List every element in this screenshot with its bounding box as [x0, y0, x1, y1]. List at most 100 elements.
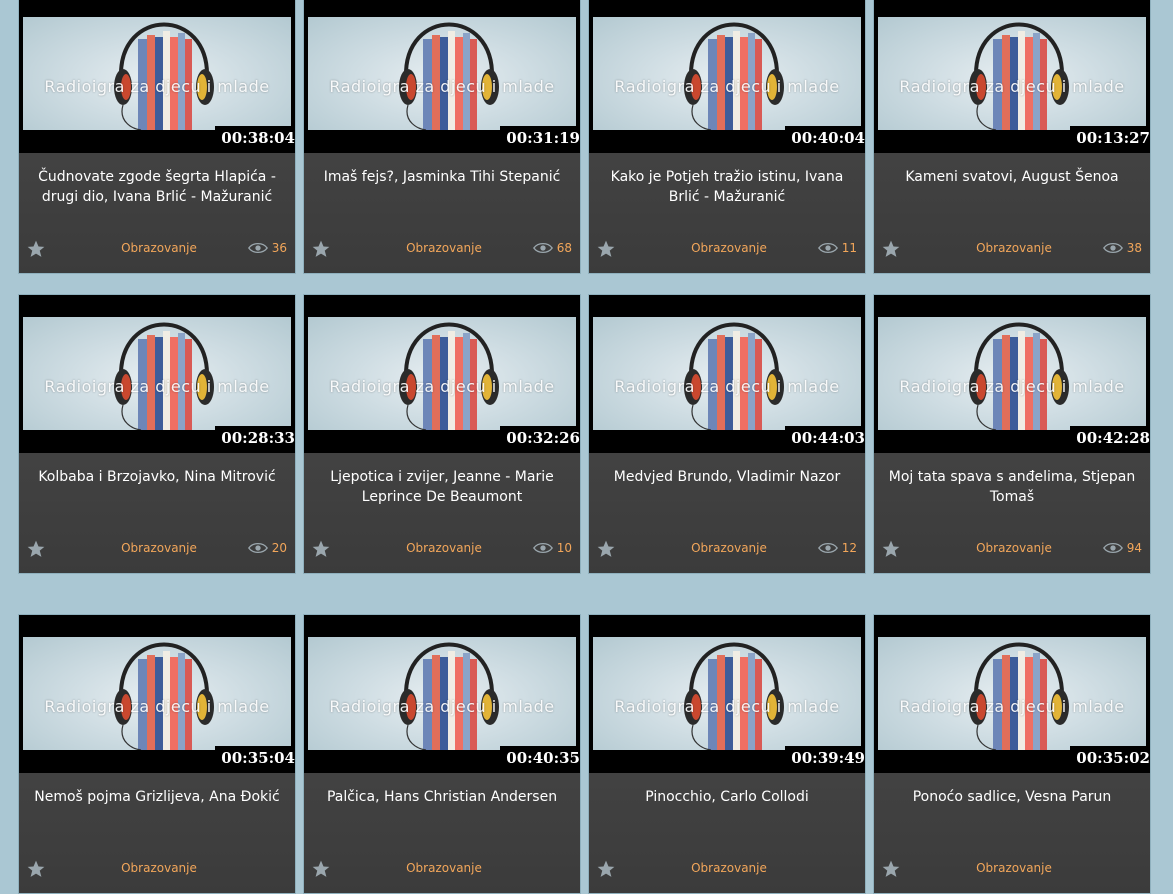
- video-card[interactable]: Radioigra za djecu i mlade 00:40:35 Palč…: [303, 614, 581, 894]
- headphones-books-image: [114, 22, 214, 130]
- video-title[interactable]: Imaš fejs?, Jasminka Tihi Stepanić: [316, 167, 568, 187]
- thumbnail-watermark: Radioigra za djecu i mlade: [44, 697, 270, 716]
- view-count: 68: [532, 241, 572, 255]
- thumbnail-watermark: Radioigra za djecu i mlade: [614, 697, 840, 716]
- thumbnail-image: Radioigra za djecu i mlade: [878, 17, 1146, 130]
- video-card[interactable]: Radioigra za djecu i mlade 00:31:19 Imaš…: [303, 0, 581, 274]
- video-card[interactable]: Radioigra za djecu i mlade 00:38:04 Čudn…: [18, 0, 296, 274]
- video-thumbnail[interactable]: Radioigra za djecu i mlade 00:35:04: [19, 615, 295, 773]
- video-title[interactable]: Palčica, Hans Christian Andersen: [316, 787, 568, 807]
- category-link[interactable]: Obrazovanje: [964, 241, 1064, 255]
- video-card[interactable]: Radioigra za djecu i mlade 00:35:02 Pono…: [873, 614, 1151, 894]
- thumbnail-image: Radioigra za djecu i mlade: [878, 637, 1146, 750]
- view-count-value: 38: [1126, 241, 1142, 255]
- video-thumbnail[interactable]: Radioigra za djecu i mlade 00:35:02: [874, 615, 1150, 773]
- video-card[interactable]: Radioigra za djecu i mlade 00:44:03 Medv…: [588, 294, 866, 574]
- video-thumbnail[interactable]: Radioigra za djecu i mlade 00:39:49: [589, 615, 865, 773]
- star-icon[interactable]: [881, 239, 901, 259]
- category-link[interactable]: Obrazovanje: [964, 861, 1064, 875]
- category-link[interactable]: Obrazovanje: [679, 241, 779, 255]
- star-icon[interactable]: [596, 539, 616, 559]
- star-icon[interactable]: [26, 539, 46, 559]
- video-duration: 00:40:35: [500, 746, 580, 770]
- video-title[interactable]: Ponoćo sadlice, Vesna Parun: [886, 787, 1138, 807]
- video-duration: 00:28:33: [215, 426, 295, 450]
- video-grid: Radioigra za djecu i mlade 00:38:04 Čudn…: [0, 0, 1173, 894]
- thumbnail-watermark: Radioigra za djecu i mlade: [614, 77, 840, 96]
- video-duration: 00:35:02: [1070, 746, 1150, 770]
- star-icon[interactable]: [311, 239, 331, 259]
- video-card[interactable]: Radioigra za djecu i mlade 00:42:28 Moj …: [873, 294, 1151, 574]
- category-link[interactable]: Obrazovanje: [679, 541, 779, 555]
- headphones-books-image: [969, 322, 1069, 430]
- star-icon[interactable]: [311, 859, 331, 879]
- thumbnail-image: Radioigra za djecu i mlade: [23, 17, 291, 130]
- thumbnail-watermark: Radioigra za djecu i mlade: [899, 377, 1125, 396]
- video-title[interactable]: Pinocchio, Carlo Collodi: [601, 787, 853, 807]
- view-count-value: 94: [1126, 541, 1142, 555]
- video-thumbnail[interactable]: Radioigra za djecu i mlade 00:40:35: [304, 615, 580, 773]
- star-icon[interactable]: [26, 859, 46, 879]
- video-title[interactable]: Kako je Potjeh tražio istinu, Ivana Brli…: [601, 167, 853, 207]
- video-title[interactable]: Kolbaba i Brzojavko, Nina Mitrović: [31, 467, 283, 487]
- star-icon[interactable]: [596, 859, 616, 879]
- headphones-books-image: [114, 322, 214, 430]
- video-duration: 00:42:28: [1070, 426, 1150, 450]
- star-icon[interactable]: [311, 539, 331, 559]
- star-icon[interactable]: [881, 539, 901, 559]
- video-title[interactable]: Nemoš pojma Grizlijeva, Ana Đokić: [31, 787, 283, 807]
- view-count-value: 10: [556, 541, 572, 555]
- video-card[interactable]: Radioigra za djecu i mlade 00:32:26 Ljep…: [303, 294, 581, 574]
- view-count: 20: [247, 541, 287, 555]
- view-count: 12: [817, 541, 857, 555]
- headphones-books-image: [114, 642, 214, 750]
- video-title[interactable]: Moj tata spava s anđelima, Stjepan Tomaš: [886, 467, 1138, 507]
- category-link[interactable]: Obrazovanje: [964, 541, 1064, 555]
- headphones-books-image: [399, 22, 499, 130]
- star-icon[interactable]: [26, 239, 46, 259]
- video-card[interactable]: Radioigra za djecu i mlade 00:28:33 Kolb…: [18, 294, 296, 574]
- star-icon[interactable]: [881, 859, 901, 879]
- category-link[interactable]: Obrazovanje: [394, 241, 494, 255]
- category-link[interactable]: Obrazovanje: [394, 541, 494, 555]
- video-card[interactable]: Radioigra za djecu i mlade 00:13:27 Kame…: [873, 0, 1151, 274]
- video-title[interactable]: Kameni svatovi, August Šenoa: [886, 167, 1138, 187]
- video-thumbnail[interactable]: Radioigra za djecu i mlade 00:40:04: [589, 0, 865, 153]
- view-count-value: 36: [271, 241, 287, 255]
- video-duration: 00:38:04: [215, 126, 295, 150]
- video-title[interactable]: Ljepotica i zvijer, Jeanne - Marie Lepri…: [316, 467, 568, 507]
- video-thumbnail[interactable]: Radioigra za djecu i mlade 00:28:33: [19, 295, 295, 453]
- video-title[interactable]: Čudnovate zgode šegrta Hlapića - drugi d…: [31, 167, 283, 207]
- video-thumbnail[interactable]: Radioigra za djecu i mlade 00:13:27: [874, 0, 1150, 153]
- headphones-books-image: [684, 642, 784, 750]
- star-icon[interactable]: [596, 239, 616, 259]
- video-thumbnail[interactable]: Radioigra za djecu i mlade 00:32:26: [304, 295, 580, 453]
- video-card[interactable]: Radioigra za djecu i mlade 00:39:49 Pino…: [588, 614, 866, 894]
- thumbnail-watermark: Radioigra za djecu i mlade: [44, 77, 270, 96]
- headphones-books-image: [969, 642, 1069, 750]
- eye-icon: [247, 542, 268, 554]
- eye-icon: [532, 542, 553, 554]
- video-thumbnail[interactable]: Radioigra za djecu i mlade 00:44:03: [589, 295, 865, 453]
- video-thumbnail[interactable]: Radioigra za djecu i mlade 00:42:28: [874, 295, 1150, 453]
- thumbnail-image: Radioigra za djecu i mlade: [878, 317, 1146, 430]
- eye-icon: [817, 242, 838, 254]
- view-count-value: 11: [841, 241, 857, 255]
- video-duration: 00:31:19: [500, 126, 580, 150]
- view-count-value: 12: [841, 541, 857, 555]
- category-link[interactable]: Obrazovanje: [679, 861, 779, 875]
- video-duration: 00:32:26: [500, 426, 580, 450]
- category-link[interactable]: Obrazovanje: [109, 541, 209, 555]
- category-link[interactable]: Obrazovanje: [394, 861, 494, 875]
- video-card[interactable]: Radioigra za djecu i mlade 00:35:04 Nemo…: [18, 614, 296, 894]
- video-thumbnail[interactable]: Radioigra za djecu i mlade 00:31:19: [304, 0, 580, 153]
- category-link[interactable]: Obrazovanje: [109, 241, 209, 255]
- eye-icon: [1102, 242, 1123, 254]
- headphones-books-image: [969, 22, 1069, 130]
- category-link[interactable]: Obrazovanje: [109, 861, 209, 875]
- video-thumbnail[interactable]: Radioigra za djecu i mlade 00:38:04: [19, 0, 295, 153]
- eye-icon: [247, 242, 268, 254]
- video-card[interactable]: Radioigra za djecu i mlade 00:40:04 Kako…: [588, 0, 866, 274]
- thumbnail-watermark: Radioigra za djecu i mlade: [899, 77, 1125, 96]
- video-title[interactable]: Medvjed Brundo, Vladimir Nazor: [601, 467, 853, 487]
